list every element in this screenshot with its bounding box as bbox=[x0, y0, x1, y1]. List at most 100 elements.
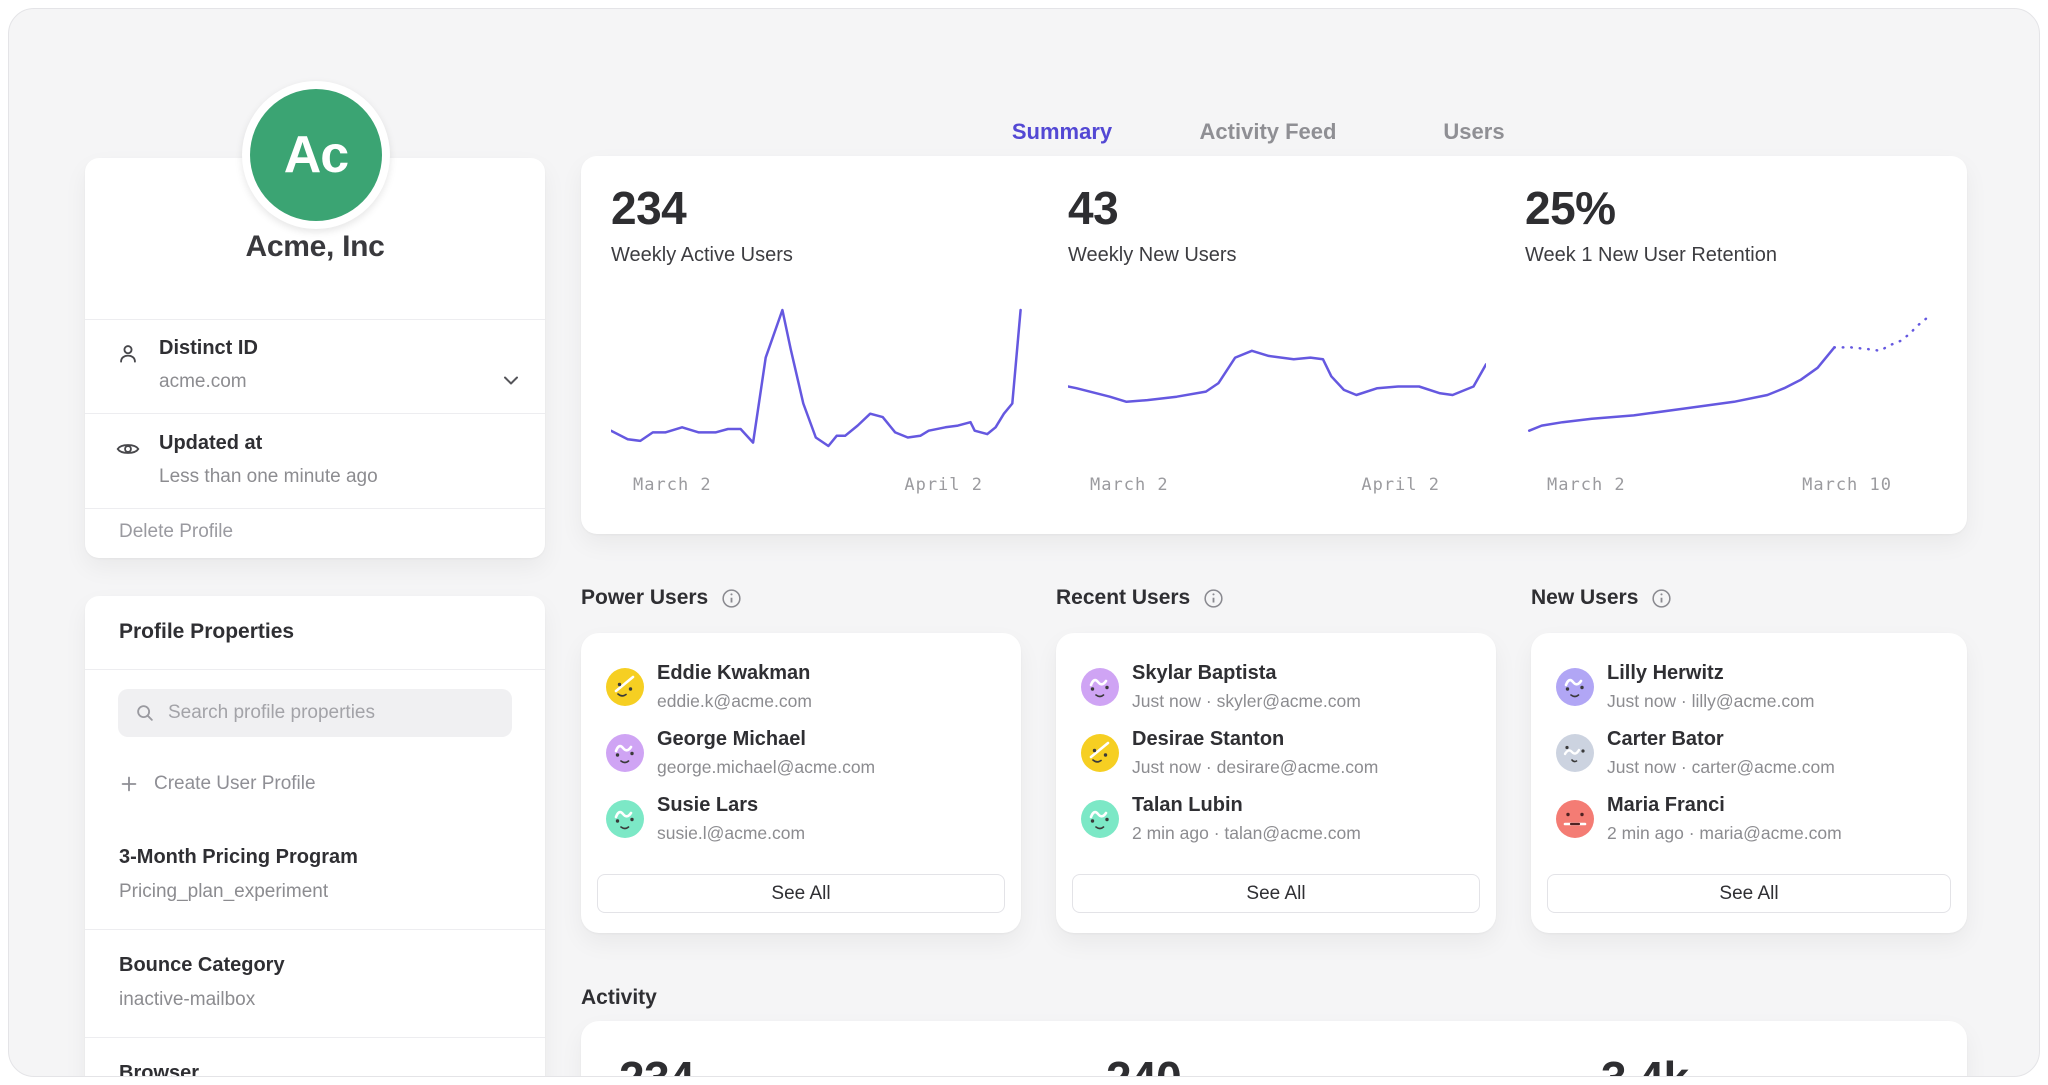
create-user-profile-button[interactable]: Create User Profile bbox=[118, 764, 316, 804]
user-subtitle: Just now · skyler@acme.com bbox=[1132, 691, 1361, 712]
user-subtitle: 2 min ago · maria@acme.com bbox=[1607, 823, 1842, 844]
property-row[interactable]: BrowserChrome bbox=[85, 1038, 545, 1077]
stat-number: 234 bbox=[611, 182, 1031, 234]
property-row[interactable]: Bounce Category inactive-mailbox bbox=[85, 930, 545, 1038]
search-icon bbox=[134, 702, 156, 724]
section-title: Power Users bbox=[581, 586, 708, 610]
profile-properties-title: Profile Properties bbox=[119, 620, 294, 644]
profile-field-label: Distinct ID bbox=[159, 337, 485, 360]
user-list-item[interactable]: Talan Lubin2 min ago · talan@acme.com bbox=[1056, 786, 1496, 852]
user-list-item[interactable]: Skylar Baptista Just now · skyler@acme.co… bbox=[1056, 654, 1496, 720]
user-list-card: Eddie Kwakman eddie.k@acme.com George Mich… bbox=[581, 633, 1021, 933]
divider bbox=[85, 669, 545, 670]
property-row[interactable]: 3-Month Pricing Program Pricing_plan_expe… bbox=[85, 822, 545, 930]
tab-label: Summary bbox=[1012, 119, 1112, 144]
activity-stat-number: 3.4k bbox=[1601, 1051, 1689, 1077]
profile-field-row: Updated at Less than one minute ago bbox=[85, 414, 545, 509]
line-chart bbox=[1525, 293, 1943, 463]
profile-fields: Distinct IDacme.com Updated at Less than o… bbox=[85, 319, 545, 509]
user-list: Eddie Kwakman eddie.k@acme.com George Mich… bbox=[581, 633, 1021, 852]
tab-label: Users bbox=[1443, 119, 1504, 144]
profile-properties-search[interactable] bbox=[118, 689, 512, 737]
user-subtitle: 2 min ago · talan@acme.com bbox=[1132, 823, 1361, 844]
see-all-button[interactable]: See All bbox=[1072, 874, 1480, 913]
section-new-users: New Users Lilly HerwitzJust now · lilly@a… bbox=[1531, 586, 1967, 933]
line-chart bbox=[611, 293, 1029, 463]
x-axis-labels: March 2 April 2 bbox=[1068, 463, 1488, 495]
user-list-item[interactable]: Carter Bator Just now · carter@acme.com bbox=[1531, 720, 1967, 786]
activity-stat-number: 240 bbox=[1106, 1051, 1181, 1077]
property-name: 3-Month Pricing Program bbox=[119, 846, 515, 869]
profile-field-value: Less than one minute ago bbox=[159, 466, 485, 488]
summary-charts-card: 234Weekly Active UsersMarch 2April 243We… bbox=[581, 156, 1967, 534]
section-power-users: Power Users Eddie Kwakman eddie.k@acme.com… bbox=[581, 586, 1021, 933]
profile-field-label: Updated at bbox=[159, 432, 485, 455]
user-list-item[interactable]: Eddie Kwakman eddie.k@acme.com bbox=[581, 654, 1021, 720]
user-avatar bbox=[1081, 668, 1119, 706]
stat-chart-weekly-active-users: 234 Weekly Active Users March 2April 2 bbox=[611, 182, 1031, 495]
stat-chart-weekly-new-users: 43Weekly New UsersMarch 2April 2 bbox=[1068, 182, 1488, 495]
user-avatar bbox=[1556, 734, 1594, 772]
x-axis-labels: March 2April 2 bbox=[611, 463, 1031, 495]
user-name: Eddie Kwakman bbox=[657, 662, 812, 685]
property-list: 3-Month Pricing Program Pricing_plan_expe… bbox=[85, 822, 545, 1077]
user-list: Skylar Baptista Just now · skyler@acme.co… bbox=[1056, 633, 1496, 852]
stat-label: Week 1 New User Retention bbox=[1525, 244, 1940, 267]
profile-field-row[interactable]: Distinct IDacme.com bbox=[85, 319, 545, 414]
info-icon[interactable] bbox=[1202, 587, 1225, 610]
user-list: Lilly HerwitzJust now · lilly@acme.comCa… bbox=[1531, 633, 1967, 852]
user-list-item[interactable]: Maria Franci 2 min ago · maria@acme.com bbox=[1531, 786, 1967, 852]
chevron-down-icon[interactable] bbox=[499, 368, 523, 397]
x-axis-label-start: March 2 bbox=[1547, 475, 1626, 495]
section-title: New Users bbox=[1531, 586, 1638, 610]
property-value: inactive-mailbox bbox=[119, 989, 515, 1011]
x-axis-label-end: April 2 bbox=[1361, 475, 1440, 495]
info-icon[interactable] bbox=[1650, 587, 1673, 610]
see-all-button[interactable]: See All bbox=[597, 874, 1005, 913]
user-subtitle: george.michael@acme.com bbox=[657, 757, 875, 778]
stat-number: 25% bbox=[1525, 182, 1940, 234]
person-icon bbox=[115, 341, 141, 372]
user-list-item[interactable]: George Michael george.michael@acme.com bbox=[581, 720, 1021, 786]
company-avatar: Ac bbox=[242, 81, 390, 229]
see-all-button[interactable]: See All bbox=[1547, 874, 1951, 913]
user-name: Skylar Baptista bbox=[1132, 662, 1361, 685]
user-list-item[interactable]: Susie Larssusie.l@acme.com bbox=[581, 786, 1021, 852]
user-avatar bbox=[1081, 800, 1119, 838]
search-input[interactable] bbox=[166, 701, 512, 725]
company-name: Acme, Inc bbox=[85, 230, 545, 264]
section-header: New Users bbox=[1531, 586, 1967, 610]
charts-row: 234Weekly Active UsersMarch 2April 243We… bbox=[581, 156, 1967, 495]
user-sections-row: Power Users Eddie Kwakman eddie.k@acme.com… bbox=[581, 586, 1967, 933]
section-title: Recent Users bbox=[1056, 586, 1190, 610]
section-header: Recent Users bbox=[1056, 586, 1496, 610]
company-avatar-initials: Ac bbox=[284, 125, 348, 185]
user-list-item[interactable]: Lilly HerwitzJust now · lilly@acme.com bbox=[1531, 654, 1967, 720]
info-icon[interactable] bbox=[720, 587, 743, 610]
user-subtitle: Just now · desirare@acme.com bbox=[1132, 757, 1378, 778]
user-name: George Michael bbox=[657, 728, 875, 751]
app-panel: Ac Acme, Inc Distinct IDacme.comUpdated … bbox=[8, 8, 2040, 1077]
stat-label: Weekly Active Users bbox=[611, 244, 1031, 267]
create-user-profile-label: Create User Profile bbox=[154, 773, 316, 795]
user-list-card: Lilly HerwitzJust now · lilly@acme.comCa… bbox=[1531, 633, 1967, 933]
user-list-card: Skylar Baptista Just now · skyler@acme.co… bbox=[1056, 633, 1496, 933]
property-value: Pricing_plan_experiment bbox=[119, 881, 515, 903]
user-subtitle: Just now · carter@acme.com bbox=[1607, 757, 1835, 778]
stat-label: Weekly New Users bbox=[1068, 244, 1488, 267]
x-axis-labels: March 2March 10 bbox=[1525, 463, 1940, 495]
property-name: Bounce Category bbox=[119, 954, 515, 977]
user-avatar bbox=[606, 800, 644, 838]
user-avatar bbox=[606, 734, 644, 772]
user-subtitle: eddie.k@acme.com bbox=[657, 691, 812, 712]
line-chart bbox=[1068, 293, 1486, 463]
user-name: Maria Franci bbox=[1607, 794, 1842, 817]
delete-profile-button[interactable]: Delete Profile bbox=[85, 506, 545, 558]
activity-card: 234 240 3.4k bbox=[581, 1021, 1967, 1077]
x-axis-label-end: April 2 bbox=[904, 475, 983, 495]
user-list-item[interactable]: Desirae StantonJust now · desirare@acme.… bbox=[1056, 720, 1496, 786]
activity-stat-number: 234 bbox=[619, 1051, 694, 1077]
user-name: Carter Bator bbox=[1607, 728, 1835, 751]
x-axis-label-start: March 2 bbox=[1090, 475, 1169, 495]
user-subtitle: susie.l@acme.com bbox=[657, 823, 805, 844]
